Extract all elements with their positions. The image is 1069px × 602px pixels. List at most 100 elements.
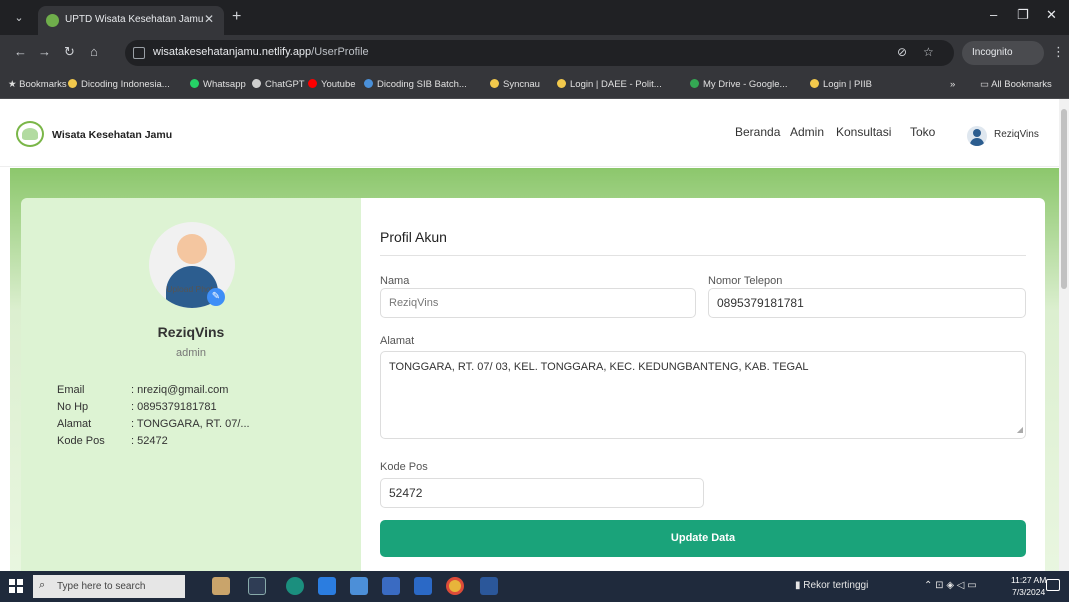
tab-search-menu[interactable]: ⌄ (8, 8, 30, 28)
bookmark-item[interactable]: Dicoding SIB Batch... (364, 79, 467, 90)
chrome-icon[interactable] (446, 577, 464, 595)
system-clock[interactable]: 11:27 AM 7/3/2024 (1011, 574, 1046, 598)
back-icon[interactable]: ← (14, 44, 27, 59)
postal-label: Kode Pos (380, 461, 428, 473)
postal-field[interactable]: 52472 (380, 478, 704, 508)
widgets-icon[interactable] (212, 577, 230, 595)
bookmark-favicon-icon (557, 79, 566, 88)
update-data-button[interactable]: Update Data (380, 520, 1026, 557)
bookmark-item[interactable]: Syncnau (490, 79, 540, 90)
url-text[interactable]: wisatakesehatanjamu.netlify.app/UserProf… (153, 46, 369, 58)
bookmark-star-icon[interactable]: ☆ (923, 45, 934, 59)
tray-icons[interactable]: ⌃ ⊡ ◈ ◁ ▭ (924, 580, 977, 591)
task-view-icon[interactable] (248, 577, 266, 595)
bookmark-favicon-icon (364, 79, 373, 88)
reload-icon[interactable]: ↻ (64, 44, 75, 60)
bookmark-item[interactable]: Dicoding Indonesia... (68, 79, 170, 90)
new-tab-button[interactable]: + (232, 8, 241, 26)
bookmark-item[interactable]: Login | DAEE - Polit... (557, 79, 662, 90)
bookmark-label: My Drive - Google... (703, 79, 788, 90)
phone-label: Nomor Telepon (708, 275, 783, 287)
bookmark-label: ChatGPT (265, 79, 305, 90)
site-navbar: Wisata Kesehatan Jamu Beranda Admin Kons… (0, 99, 1059, 167)
tray-text: Rekor tertinggi (803, 580, 869, 591)
address-bar[interactable]: wisatakesehatanjamu.netlify.app/UserProf… (125, 40, 954, 66)
weather-widget[interactable]: ▮ Rekor tertinggi (795, 580, 868, 591)
resize-handle-icon[interactable]: ◢ (1017, 423, 1023, 437)
bookmarks-overflow-icon[interactable]: » (950, 79, 955, 90)
edit-photo-icon[interactable]: ✎ (207, 288, 225, 306)
bookmark-item[interactable]: ChatGPT (252, 79, 305, 90)
taskbar-search[interactable]: ⌕ Type here to search (33, 575, 185, 598)
name-field[interactable]: ReziqVins (380, 288, 696, 318)
notification-icon[interactable] (1046, 579, 1060, 591)
browser-menu-icon[interactable]: ⋮ (1052, 44, 1065, 60)
tab-title: UPTD Wisata Kesehatan Jamu (65, 14, 204, 25)
info-key-email: Email (57, 384, 85, 396)
profile-name: ReziqVins (157, 324, 225, 340)
profile-summary-card: Upload Photo ✎ ReziqVins admin Email : n… (21, 198, 361, 571)
vscode-icon[interactable] (318, 577, 336, 595)
mail-icon[interactable] (414, 577, 432, 595)
browser-tab[interactable]: UPTD Wisata Kesehatan Jamu ✕ (38, 6, 224, 35)
nav-link-beranda[interactable]: Beranda (735, 125, 780, 139)
name-label: Nama (380, 275, 410, 287)
browser-toolbar: ← → ↻ ⌂ wisatakesehatanjamu.netlify.app/… (0, 35, 1069, 71)
bookmark-item[interactable]: Youtube (308, 79, 356, 90)
os-taskbar: ⌕ Type here to search ▮ Rekor tertinggi … (0, 571, 1069, 602)
bookmark-label: Login | PIIB (823, 79, 872, 90)
edge-icon[interactable] (286, 577, 304, 595)
nav-link-konsultasi[interactable]: Konsultasi (836, 125, 891, 139)
file-explorer-icon[interactable] (350, 577, 368, 595)
site-info-icon[interactable] (133, 47, 145, 59)
word-icon[interactable] (480, 577, 498, 595)
address-label: Alamat (380, 335, 415, 347)
incognito-badge[interactable]: Incognito (962, 41, 1044, 65)
windows-start-icon[interactable] (9, 579, 23, 593)
store-icon[interactable] (382, 577, 400, 595)
youtube-icon (308, 79, 317, 88)
taskbar-search-placeholder: Type here to search (57, 581, 146, 592)
url-path: /UserProfile (311, 46, 369, 58)
nav-link-admin[interactable]: Admin (790, 125, 824, 139)
restore-icon[interactable]: ❐ (1017, 7, 1029, 23)
minimize-icon[interactable]: – (990, 7, 997, 22)
site-brand[interactable]: Wisata Kesehatan Jamu (52, 129, 172, 141)
clock-time: 11:27 AM (1011, 575, 1047, 585)
all-bookmarks-label: All Bookmarks (991, 79, 1052, 90)
forward-icon[interactable]: → (38, 44, 51, 59)
incognito-label: Incognito (972, 47, 1013, 58)
chatgpt-icon (252, 79, 261, 88)
page-scrollbar[interactable] (1059, 99, 1069, 571)
info-value-email: : nreziq@gmail.com (131, 384, 229, 396)
bookmark-item[interactable]: Login | PIIB (810, 79, 872, 90)
page: Wisata Kesehatan Jamu Beranda Admin Kons… (0, 99, 1059, 571)
bookmark-item[interactable]: ★ Bookmarks (8, 79, 67, 90)
user-avatar-icon[interactable] (967, 126, 987, 146)
nav-link-toko[interactable]: Toko (910, 125, 935, 139)
info-value-address: : TONGGARA, RT. 07/... (131, 418, 250, 430)
profile-form-card: Profil Akun Nama ReziqVins Nomor Telepon… (361, 198, 1045, 571)
site-logo[interactable] (16, 121, 44, 147)
eye-off-icon[interactable]: ⊘ (897, 45, 907, 59)
nav-username[interactable]: ReziqVins (994, 129, 1039, 140)
info-value-postal: : 52472 (131, 435, 168, 447)
bookmark-item[interactable]: My Drive - Google... (690, 79, 787, 90)
whatsapp-icon (190, 79, 199, 88)
browser-tabstrip: ⌄ UPTD Wisata Kesehatan Jamu ✕ + – ❐ ✕ (0, 0, 1069, 35)
bookmark-label: Dicoding Indonesia... (81, 79, 170, 90)
address-textarea[interactable]: TONGGARA, RT. 07/ 03, KEL. TONGGARA, KEC… (380, 351, 1026, 439)
window-close-icon[interactable]: ✕ (1046, 7, 1057, 23)
home-icon[interactable]: ⌂ (90, 44, 98, 59)
bookmark-item[interactable]: Whatsapp (190, 79, 246, 90)
tab-close-icon[interactable]: ✕ (204, 12, 214, 26)
divider (380, 255, 1026, 256)
bookmark-label: Login | DAEE - Polit... (570, 79, 662, 90)
bookmark-favicon-icon (810, 79, 819, 88)
all-bookmarks[interactable]: ▭ All Bookmarks (980, 79, 1052, 90)
person-head (177, 234, 207, 264)
scrollbar-thumb[interactable] (1061, 109, 1067, 289)
bookmark-label: Dicoding SIB Batch... (377, 79, 467, 90)
phone-field[interactable]: 0895379181781 (708, 288, 1026, 318)
url-host: wisatakesehatanjamu.netlify.app (153, 46, 312, 58)
